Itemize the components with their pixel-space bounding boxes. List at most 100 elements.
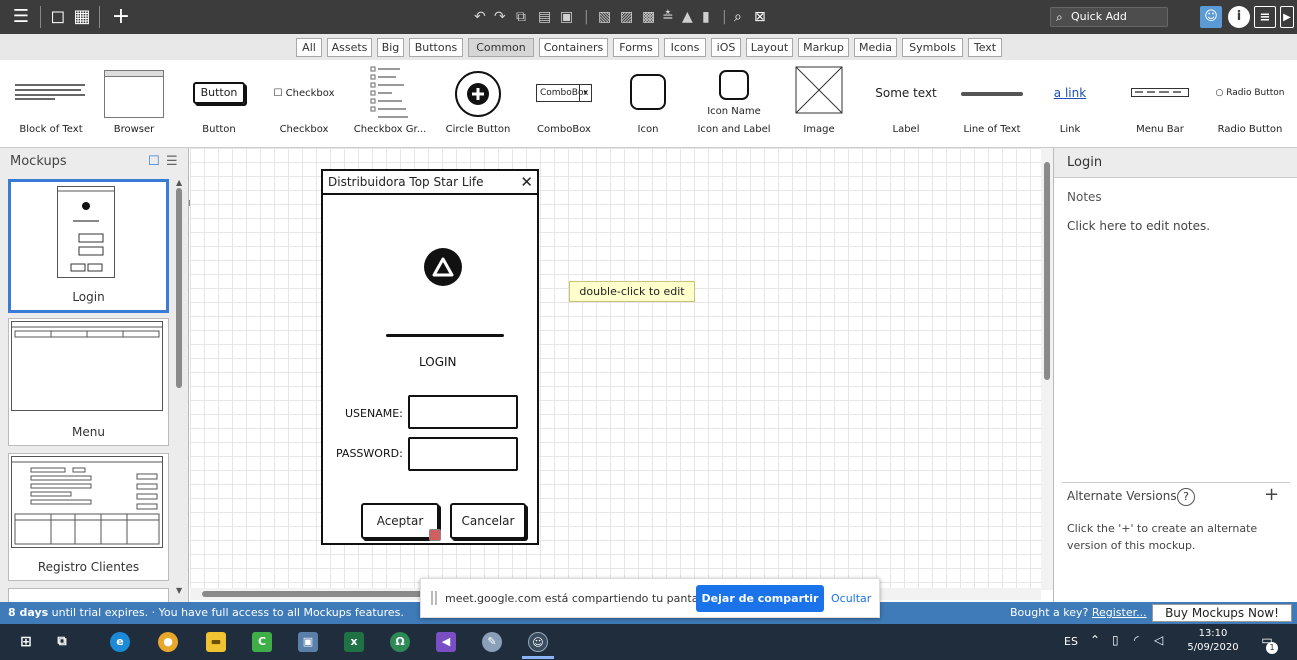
- toolbar-divider: |: [584, 9, 589, 25]
- library-item-icon[interactable]: Icon: [610, 60, 686, 148]
- scrollbar-thumb[interactable]: [202, 591, 442, 597]
- duplicate-icon[interactable]: ▣: [560, 8, 573, 26]
- library-item-icon-and-label[interactable]: Icon Name Icon and Label: [694, 60, 774, 148]
- mockup-thumb-partial[interactable]: [8, 588, 169, 602]
- visual-studio-icon[interactable]: ◀: [436, 632, 456, 652]
- group-icon[interactable]: ▧: [598, 8, 611, 26]
- library-item-radio-button[interactable]: ○ Radio Button Radio Button: [1208, 60, 1292, 148]
- ungroup-icon[interactable]: ▨: [620, 8, 633, 26]
- mockups-app-icon[interactable]: ☺: [528, 632, 548, 652]
- filter-big[interactable]: Big: [377, 38, 404, 57]
- filter-icons[interactable]: Icons: [664, 38, 706, 57]
- copy-icon[interactable]: ⧉: [516, 8, 526, 26]
- library-item-combobox[interactable]: ComboBox ▾ ComboBox: [526, 60, 602, 148]
- filter-ios[interactable]: iOS: [711, 38, 741, 57]
- filter-media[interactable]: Media: [854, 38, 897, 57]
- delete-icon[interactable]: ▮: [702, 8, 710, 26]
- search-icon[interactable]: ⌕: [734, 8, 742, 26]
- filter-common[interactable]: Common: [468, 38, 534, 57]
- register-link[interactable]: Register...: [1092, 606, 1147, 619]
- wifi-icon[interactable]: ◜: [1134, 633, 1139, 647]
- filter-assets[interactable]: Assets: [327, 38, 372, 57]
- properties-icon[interactable]: ≡: [1254, 6, 1276, 28]
- close-icon[interactable]: ✕: [520, 171, 533, 193]
- library-item-circle-button[interactable]: Circle Button: [438, 60, 518, 148]
- excel-icon[interactable]: x: [344, 632, 364, 652]
- help-icon[interactable]: ?: [1177, 488, 1195, 506]
- scroll-down-icon[interactable]: ▼: [176, 586, 182, 595]
- library-item-label: Radio Button: [1217, 124, 1283, 135]
- scroll-up-icon[interactable]: ▲: [176, 178, 182, 187]
- filter-all[interactable]: All: [296, 38, 322, 57]
- edge-icon[interactable]: e: [110, 632, 130, 652]
- windows-start-icon[interactable]: ⊞: [16, 632, 36, 652]
- fullscreen-icon[interactable]: ⊠: [754, 8, 766, 26]
- filter-symbols[interactable]: Symbols: [902, 38, 963, 57]
- redo-icon[interactable]: ↷: [494, 8, 506, 26]
- lock-icon[interactable]: ▲: [682, 8, 693, 26]
- library-item-image[interactable]: Image: [782, 60, 856, 148]
- add-mockup-icon[interactable]: +: [106, 6, 136, 28]
- camtasia-icon[interactable]: C: [252, 632, 272, 652]
- library-item-label[interactable]: Some text Label: [866, 60, 946, 148]
- presentation-icon[interactable]: ▶: [1280, 6, 1294, 28]
- hide-banner-button[interactable]: Ocultar: [831, 579, 871, 619]
- mockup-thumb-registro-clientes[interactable]: Registro Clientes: [8, 453, 169, 581]
- thumbnail-view-icon[interactable]: ☐: [148, 148, 160, 176]
- mockup-thumb-login[interactable]: Login: [8, 179, 169, 313]
- library-item-checkbox[interactable]: ☐ Checkbox Checkbox: [266, 60, 342, 148]
- notes-text[interactable]: Click here to edit notes.: [1067, 219, 1210, 233]
- battery-icon[interactable]: ▯: [1112, 633, 1119, 647]
- menu-icon[interactable]: ☰: [8, 6, 34, 28]
- filter-buttons[interactable]: Buttons: [409, 38, 463, 57]
- library-item-block-of-text[interactable]: Block of Text: [10, 60, 92, 148]
- volume-icon[interactable]: ◁: [1154, 633, 1163, 647]
- canvas-vertical-scrollbar[interactable]: [1041, 148, 1053, 590]
- username-input[interactable]: [408, 395, 518, 429]
- mockups-scrollbar[interactable]: [175, 178, 183, 588]
- info-icon[interactable]: i: [1228, 6, 1250, 28]
- taskbar-clock[interactable]: 13:10 5/09/2020: [1185, 627, 1241, 655]
- chevron-up-icon[interactable]: ⌃: [1090, 633, 1100, 647]
- buy-mockups-button[interactable]: Buy Mockups Now!: [1152, 604, 1292, 622]
- filter-text[interactable]: Text: [968, 38, 1002, 57]
- paste-icon[interactable]: ▤: [538, 8, 551, 26]
- app-icon[interactable]: ▣: [298, 632, 318, 652]
- grid-view-icon[interactable]: ▦: [72, 6, 92, 28]
- filter-layout[interactable]: Layout: [746, 38, 793, 57]
- single-view-icon[interactable]: ◻: [48, 6, 68, 28]
- cancel-button[interactable]: Cancelar: [450, 503, 526, 539]
- mockup-canvas[interactable]: Distribuidora Top Star Life ✕ LOGIN USEN…: [190, 148, 1041, 590]
- app-icon[interactable]: Ω: [390, 632, 410, 652]
- stop-sharing-button[interactable]: Dejar de compartir: [696, 585, 824, 612]
- quick-add-input[interactable]: ⌕ Quick Add: [1050, 7, 1168, 27]
- bring-front-icon[interactable]: ▩: [642, 8, 655, 26]
- filter-forms[interactable]: Forms: [613, 38, 659, 57]
- chrome-icon[interactable]: ●: [158, 632, 178, 652]
- file-explorer-icon[interactable]: ▬: [206, 632, 226, 652]
- scrollbar-thumb[interactable]: [1044, 162, 1050, 380]
- library-item-menu-bar[interactable]: Menu Bar: [1120, 60, 1200, 148]
- task-view-icon[interactable]: ⧉: [52, 632, 72, 652]
- drag-handle-icon[interactable]: [431, 591, 437, 605]
- account-icon[interactable]: ☺: [1200, 6, 1222, 28]
- filter-markup[interactable]: Markup: [798, 38, 849, 57]
- filter-containers[interactable]: Containers: [539, 38, 608, 57]
- library-item-link[interactable]: a link Link: [1040, 60, 1100, 148]
- library-item-browser[interactable]: Browser: [96, 60, 172, 148]
- align-icon[interactable]: ≛: [662, 8, 674, 26]
- accept-button[interactable]: Aceptar: [361, 503, 439, 539]
- library-item-line-of-text[interactable]: Line of Text: [952, 60, 1032, 148]
- app-icon[interactable]: ✎: [482, 632, 502, 652]
- link-badge-icon[interactable]: [429, 529, 441, 541]
- undo-icon[interactable]: ↶: [474, 8, 486, 26]
- add-alternate-version-button[interactable]: +: [1264, 484, 1279, 505]
- list-view-icon[interactable]: ☰: [166, 148, 178, 176]
- mockup-thumb-menu[interactable]: Menu: [8, 318, 169, 446]
- input-language[interactable]: ES: [1064, 635, 1078, 648]
- library-item-button[interactable]: Button Button: [180, 60, 258, 148]
- library-item-checkbox-group[interactable]: Checkbox Gr...: [350, 60, 430, 148]
- scrollbar-thumb[interactable]: [176, 188, 182, 388]
- password-input[interactable]: [408, 437, 518, 471]
- login-mockup-window[interactable]: Distribuidora Top Star Life ✕ LOGIN USEN…: [321, 169, 539, 545]
